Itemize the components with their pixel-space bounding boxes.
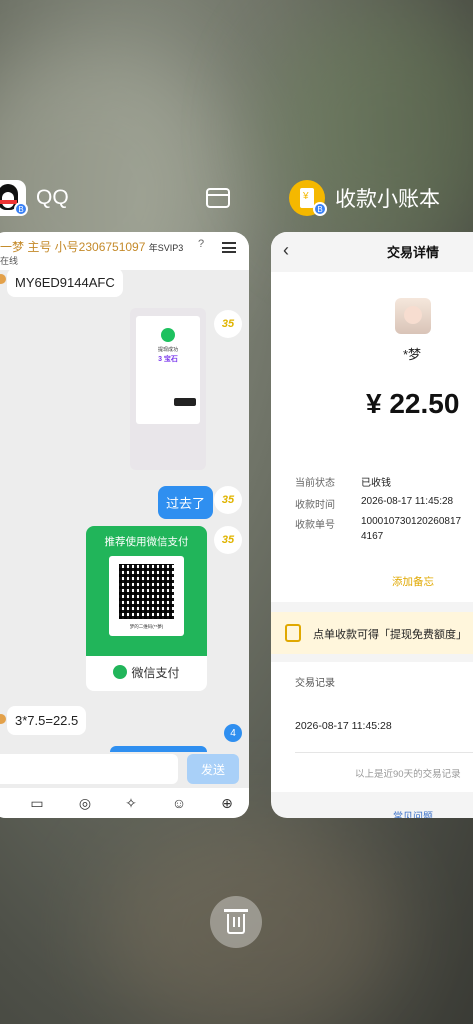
record-item[interactable]: 2026-08-17 11:45:28 [295, 720, 392, 732]
trash-icon [224, 909, 248, 934]
app-header-ledger[interactable]: B 收款小账本 [289, 180, 440, 216]
order-number-line2: 4167 [361, 531, 384, 542]
message-bubble[interactable]: 3*7.5=22.5 [7, 706, 87, 735]
qr-caption: 梦的二维码(**夢) [129, 624, 164, 629]
add-note-link[interactable]: 添加备忘 [392, 574, 434, 589]
image-icon[interactable]: ▭ [28, 794, 46, 812]
background-blur [260, 0, 473, 260]
app-header-qq[interactable]: B QQ [0, 180, 69, 216]
amount: ¥ 22.50 [366, 388, 460, 419]
online-status: 在线 [0, 256, 19, 266]
coupon-icon [285, 624, 301, 642]
back-icon[interactable]: ‹ [283, 240, 289, 261]
message-input[interactable] [0, 754, 178, 784]
field-label: 当前状态 [295, 478, 335, 489]
time-value: 2026-08-17 11:45:28 [361, 496, 454, 507]
divider [295, 752, 473, 753]
dual-app-badge-icon: B [14, 202, 28, 216]
floating-window-icon[interactable] [206, 188, 230, 208]
records-footer: 以上是近90天的交易记录 [355, 769, 461, 780]
redpacket-icon[interactable]: ✧ [122, 794, 140, 812]
wechat-pay-label: 微信支付 [131, 666, 180, 680]
plus-icon[interactable]: ⊕ [218, 794, 236, 812]
dual-app-badge-icon: B [313, 202, 327, 216]
avatar[interactable]: 35 [214, 526, 242, 554]
emoji-icon[interactable]: ☺ [170, 794, 188, 812]
chat-toolbar: ▭ ◎ ✧ ☺ ⊕ [0, 788, 249, 818]
avatar [0, 274, 6, 284]
promo-banner[interactable]: 点单收款可得「提现免费额度」 [271, 612, 473, 654]
menu-icon[interactable] [222, 242, 236, 253]
transaction-detail: *梦 ¥ 22.50 当前状态 已收钱 收款时间 2026-08-17 11:4… [271, 272, 473, 602]
field-label: 收款单号 [295, 520, 335, 531]
chat-header: 一梦 主号 小号2306751097 年SVIP3 在线 ? [0, 232, 249, 270]
input-bar: 发送 [0, 752, 249, 788]
faq-link[interactable]: 常见问题 [393, 808, 433, 818]
avatar[interactable]: 35 [214, 486, 242, 514]
ledger-header: ‹ 交易详情 [271, 232, 473, 272]
wechat-pay-icon [113, 665, 128, 679]
image-message[interactable]: 提现成功 3 宝石 [130, 308, 206, 470]
clear-all-button[interactable] [210, 896, 262, 948]
message-bubble[interactable]: 过去了 [158, 486, 214, 519]
field-label: 收款时间 [295, 500, 335, 511]
page-title: 交易详情 [387, 245, 440, 260]
image-amount: 3 宝石 [158, 356, 178, 363]
promo-text: 点单收款可得「提现免费额度」 [313, 629, 467, 641]
image-text: 提现成功 [157, 347, 178, 353]
records-section: 交易记录 2026-08-17 11:45:28 以上是近90天的交易记录 [271, 662, 473, 792]
svip-badge: 年SVIP3 [148, 243, 184, 253]
camera-icon[interactable]: ◎ [76, 794, 94, 812]
order-number-line1: 100010730120260817 [361, 516, 462, 527]
chat-title: 一梦 主号 小号2306751097 年SVIP3 [0, 240, 184, 254]
app-name: QQ [36, 186, 69, 209]
qr-code [119, 564, 174, 619]
message-bubble[interactable]: MY6ED9144AFC [7, 268, 123, 297]
wechat-qr-card[interactable]: 推荐使用微信支付 梦的二维码(**夢) 微信支付 [86, 526, 207, 691]
check-icon [161, 328, 175, 342]
send-button[interactable]: 发送 [187, 754, 239, 784]
qq-app-card[interactable]: 一梦 主号 小号2306751097 年SVIP3 在线 ? MY6ED9144… [0, 232, 249, 818]
payer-avatar [395, 298, 431, 334]
records-header: 交易记录 [295, 678, 335, 689]
help-icon[interactable]: ? [198, 238, 204, 250]
app-name: 收款小账本 [335, 188, 440, 211]
status-value: 已收钱 [361, 478, 391, 489]
unread-count-badge[interactable]: 4 [224, 724, 242, 742]
ledger-app-card[interactable]: ‹ 交易详情 *梦 ¥ 22.50 当前状态 已收钱 收款时间 2026-08-… [271, 232, 473, 818]
avatar[interactable]: 35 [214, 310, 242, 338]
wechat-card-title: 推荐使用微信支付 [104, 536, 189, 548]
payer-name: *梦 [402, 347, 422, 362]
avatar [0, 714, 6, 724]
